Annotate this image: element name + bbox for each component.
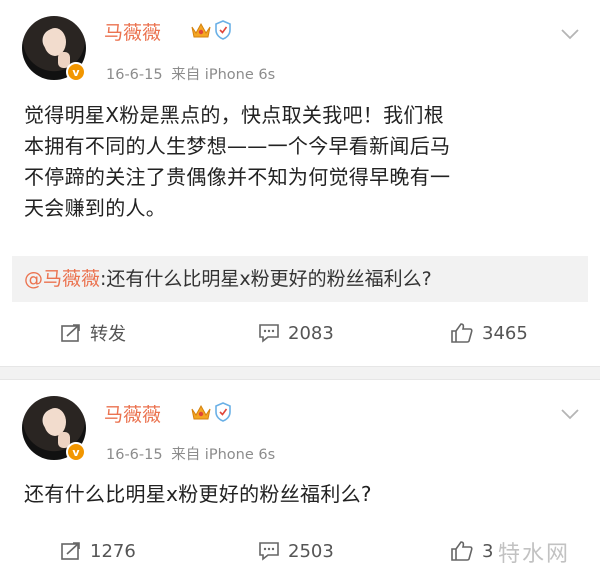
comment-count: 2083: [288, 322, 334, 344]
repost-count: 1276: [90, 540, 136, 562]
like-icon: [451, 541, 473, 561]
post-content: 觉得明星X粉是黑点的，快点取关我吧！我们根 本拥有不同的人生梦想——一个今早看新…: [24, 100, 584, 224]
crown-icon: [191, 22, 211, 38]
comment-button[interactable]: 2503: [258, 536, 334, 566]
content-line: 还有什么比明星x粉更好的粉丝福利么?: [24, 482, 372, 506]
post-source: 来自 iPhone 6s: [171, 447, 276, 463]
post-meta: 16-6-15 来自 iPhone 6s: [106, 443, 275, 464]
like-count: 3: [482, 540, 494, 562]
comment-button[interactable]: 2083: [258, 318, 334, 348]
shield-icon: [215, 20, 231, 40]
content-line: 觉得明星X粉是黑点的，快点取关我吧！我们根: [24, 103, 445, 127]
post-content: 还有什么比明星x粉更好的粉丝福利么?: [24, 479, 584, 510]
verified-badge: v: [66, 62, 86, 82]
verified-badge: v: [66, 442, 86, 462]
username[interactable]: 马薇薇: [104, 400, 161, 427]
action-bar: 转发 2083 3465: [0, 318, 600, 348]
quoted-post[interactable]: @马薇薇:还有什么比明星x粉更好的粉丝福利么?: [12, 256, 588, 302]
comment-icon: [259, 324, 279, 343]
chevron-down-icon[interactable]: [560, 28, 580, 40]
post-separator: [0, 366, 600, 380]
repost-label: 转发: [90, 324, 126, 345]
repost-button[interactable]: 转发: [60, 318, 126, 348]
crown-icon: [191, 404, 211, 420]
like-icon: [451, 323, 473, 343]
like-count: 3465: [482, 322, 528, 344]
repost-button[interactable]: 1276: [60, 536, 136, 566]
post-date: 16-6-15: [106, 67, 163, 83]
like-button[interactable]: 3: [450, 536, 493, 566]
comment-count: 2503: [288, 540, 334, 562]
quote-text: :还有什么比明星x粉更好的粉丝福利么?: [100, 268, 432, 290]
content-line: 不停蹄的关注了贵偶像并不知为何觉得早晚有一: [24, 165, 451, 189]
repost-icon: [61, 542, 80, 560]
like-button[interactable]: 3465: [450, 318, 528, 348]
mention-link[interactable]: @马薇薇: [24, 268, 100, 290]
chevron-down-icon[interactable]: [560, 408, 580, 420]
username[interactable]: 马薇薇: [104, 18, 161, 45]
weibo-post: v 马薇薇 16-6-15 来自 iPhone 6s 觉得明星X粉是黑点的，快点…: [0, 0, 600, 366]
shield-icon: [215, 402, 231, 422]
post-meta: 16-6-15 来自 iPhone 6s: [106, 63, 275, 84]
post-date: 16-6-15: [106, 447, 163, 463]
comment-icon: [259, 542, 279, 561]
post-source: 来自 iPhone 6s: [171, 67, 276, 83]
content-line: 天会赚到的人。: [24, 196, 167, 220]
repost-icon: [61, 324, 80, 342]
content-line: 本拥有不同的人生梦想——一个今早看新闻后马: [24, 134, 451, 158]
site-watermark: 特水网: [498, 542, 571, 567]
